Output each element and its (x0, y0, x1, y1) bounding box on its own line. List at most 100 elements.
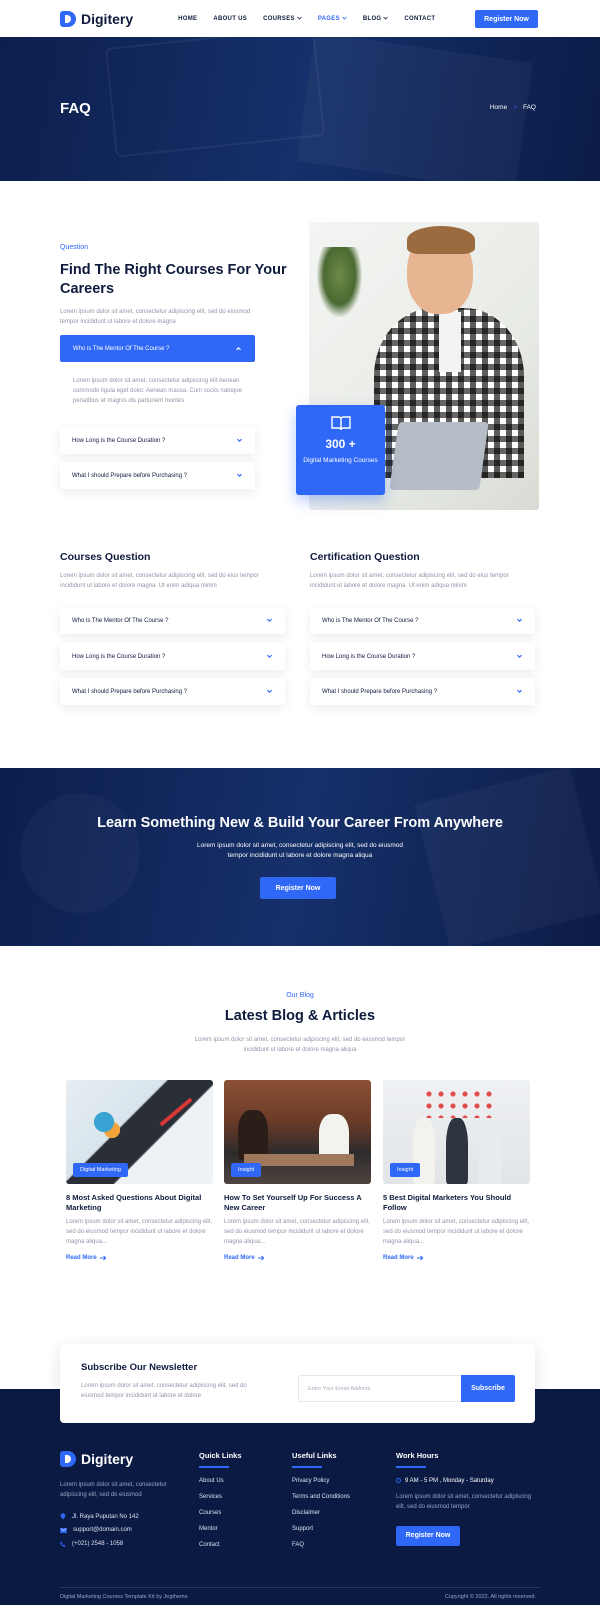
footer-address: Jl. Raya Puputan No 142 (60, 1513, 139, 1520)
footer-link-mentor[interactable]: Mentor (199, 1526, 242, 1532)
faq-eyebrow: Question (60, 244, 89, 251)
footer-link-support[interactable]: Support (292, 1526, 350, 1532)
footer-register-button[interactable]: Register Now (396, 1525, 460, 1546)
footer-link-about[interactable]: About Us (199, 1478, 242, 1484)
person-image (446, 1118, 468, 1184)
blog-tag[interactable]: Insight (390, 1163, 421, 1177)
breadcrumb-home[interactable]: Home (490, 104, 507, 111)
brand-logo[interactable]: Digitery (60, 10, 134, 27)
blog-image[interactable]: Insight (224, 1080, 371, 1184)
title-underline (292, 1466, 322, 1468)
footer-link-faq[interactable]: FAQ (292, 1542, 350, 1548)
footer-email[interactable]: support@domain.com (60, 1527, 132, 1533)
read-more-link[interactable]: Read More (224, 1255, 371, 1261)
faq-question: Who is The Mentor Of The Course ? (72, 617, 169, 624)
faq-item[interactable]: How Long is the Course Duration ? (60, 643, 285, 670)
cta-background-image (20, 793, 140, 913)
nav-pages[interactable]: PAGES (318, 16, 347, 22)
page-hero: FAQ Home > FAQ (0, 37, 600, 181)
brand-name: Digitery (81, 10, 134, 27)
nav-blog[interactable]: BLOG (363, 16, 389, 22)
footer-link-privacy[interactable]: Privacy Policy (292, 1478, 350, 1484)
faq-item[interactable]: How Long is the Course Duration ? (60, 427, 255, 454)
cta-desc: Lorem ipsum dolor sit amet, consectetur … (197, 842, 403, 859)
faq-intro: Lorem ipsum dolor sit amet, consectetur … (60, 309, 251, 325)
work-hours-title: Work Hours (396, 1451, 439, 1460)
site-footer: Subscribe Our Newsletter Lorem ipsum dol… (0, 1341, 600, 1605)
cta-title: Learn Something New & Build Your Career … (97, 815, 503, 831)
faq-item[interactable]: How Long is the Course Duration ? (310, 643, 535, 670)
mail-icon (60, 1527, 67, 1533)
register-button[interactable]: Register Now (475, 10, 538, 28)
footer-link-services[interactable]: Services (199, 1494, 242, 1500)
blog-card-title[interactable]: How To Set Yourself Up For Success A New… (224, 1193, 371, 1215)
courses-question-title: Courses Question (60, 551, 151, 563)
read-more-label: Read More (224, 1255, 255, 1261)
footer-credit: Digital Marketing Courses Template Kit b… (60, 1594, 188, 1600)
blog-card-title[interactable]: 5 Best Digital Marketers You Should Foll… (383, 1193, 530, 1215)
nav-courses[interactable]: COURSES (263, 16, 302, 22)
chevron-up-icon (236, 347, 241, 351)
blog-card-title[interactable]: 8 Most Asked Questions About Digital Mar… (66, 1193, 213, 1215)
breadcrumb-current: FAQ (522, 104, 536, 111)
chevron-down-icon (267, 689, 272, 693)
chevron-down-icon (237, 473, 242, 477)
blog-image[interactable]: Insight (383, 1080, 530, 1184)
logo-icon (60, 10, 76, 27)
nav-about[interactable]: ABOUT US (213, 16, 247, 22)
email-text: support@domain.com (73, 1527, 132, 1533)
faq-item[interactable]: What I should Prepare before Purchasing … (60, 462, 255, 489)
faq-item-open[interactable]: Who is The Mentor Of The Course ? (60, 335, 255, 362)
blog-image[interactable]: Digital Marketing (66, 1080, 213, 1184)
book-icon (330, 416, 351, 431)
arrow-right-icon (257, 1255, 264, 1261)
chevron-down-icon (342, 16, 347, 20)
read-more-link[interactable]: Read More (66, 1255, 213, 1261)
chevron-down-icon (517, 654, 522, 658)
footer-link-disclaimer[interactable]: Disclaimer (292, 1510, 350, 1516)
subscribe-button[interactable]: Subscribe (461, 1375, 515, 1402)
cta-register-button[interactable]: Register Now (260, 877, 336, 899)
footer-link-contact[interactable]: Contact (199, 1542, 242, 1548)
wall-dots-image (423, 1088, 493, 1118)
blog-card-excerpt: Lorem ipsum dolor sit amet, consectetur … (224, 1219, 371, 1245)
copyright: Copyright © 2022. All rights reserved. (444, 1594, 536, 1600)
chevron-down-icon (267, 654, 272, 658)
useful-links-list: Privacy Policy Terms and Conditions Disc… (292, 1478, 350, 1548)
question-columns: Courses Question Lorem ipsum dolor sit a… (0, 551, 600, 768)
nav-home[interactable]: HOME (178, 16, 197, 22)
title-underline (396, 1466, 426, 1468)
nav-contact[interactable]: CONTACT (404, 16, 435, 22)
useful-links-title: Useful Links (292, 1451, 337, 1460)
blog-card[interactable]: Insight How To Set Yourself Up For Succe… (224, 1080, 371, 1261)
faq-item[interactable]: Who is The Mentor Of The Course ? (310, 607, 535, 634)
faq-item[interactable]: Who is The Mentor Of The Course ? (60, 607, 285, 634)
faq-question: What I should Prepare before Purchasing … (72, 472, 188, 479)
nav-pages-label: PAGES (317, 15, 340, 22)
blog-tag[interactable]: Insight (231, 1163, 262, 1177)
read-more-link[interactable]: Read More (383, 1255, 530, 1261)
arrow-right-icon (416, 1255, 423, 1261)
stat-label: Digital Marketing Courses (303, 457, 378, 464)
footer-link-terms[interactable]: Terms and Conditions (292, 1494, 350, 1500)
blog-card[interactable]: Insight 5 Best Digital Marketers You Sho… (383, 1080, 530, 1261)
faq-item[interactable]: What I should Prepare before Purchasing … (310, 678, 535, 705)
hero-laptop-image (104, 37, 326, 158)
read-more-label: Read More (383, 1255, 414, 1261)
blog-tag[interactable]: Digital Marketing (73, 1163, 128, 1177)
footer-logo[interactable]: Digitery (60, 1451, 133, 1467)
footer-link-courses[interactable]: Courses (199, 1510, 242, 1516)
phone-text: (+021) 2548 - 1058 (72, 1541, 124, 1547)
footer-phone[interactable]: (+021) 2548 - 1058 (60, 1541, 123, 1547)
laptop-image (389, 422, 489, 490)
work-hours-desc: Lorem ipsum dolor sit amet, consectetur … (396, 1493, 532, 1510)
faq-item[interactable]: What I should Prepare before Purchasing … (60, 678, 285, 705)
quick-links-title: Quick Links (199, 1451, 242, 1460)
blog-intro: Lorem ipsum dolor sit amet, consectetur … (194, 1037, 406, 1053)
blog-card[interactable]: Digital Marketing 8 Most Asked Questions… (66, 1080, 213, 1261)
main-menu: HOME ABOUT US COURSES PAGES BLOG CONTACT (178, 16, 435, 22)
work-hours-text: 9 AM - 5 PM , Monday - Saturday (405, 1477, 494, 1484)
courses-question-column: Courses Question Lorem ipsum dolor sit a… (60, 551, 285, 705)
work-hours-column: Work Hours 9 AM - 5 PM , Monday - Saturd… (396, 1451, 536, 1546)
email-input[interactable]: Enter Your Email Address (298, 1375, 463, 1402)
